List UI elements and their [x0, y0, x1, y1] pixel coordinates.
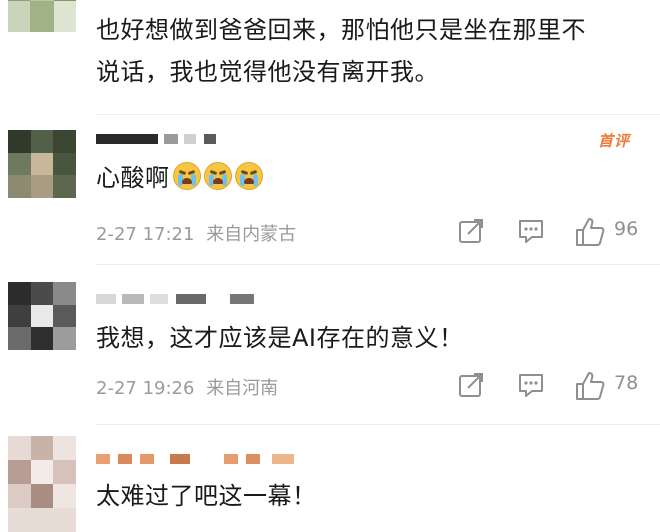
comment-item: 首评 心酸啊 2-27 17:21 来自内蒙古 96 — [0, 120, 660, 260]
first-comment-badge: 首评 — [598, 132, 631, 150]
thumbs-up-icon[interactable] — [574, 216, 606, 248]
comment-meta: 2-27 19:26 来自河南 — [96, 374, 278, 400]
username-blurred[interactable] — [96, 454, 316, 466]
comment-text-content: 心酸啊 — [96, 164, 170, 192]
avatar[interactable] — [8, 0, 76, 32]
divider — [96, 114, 660, 115]
comment-text: 心酸啊 — [96, 160, 263, 196]
comment-text: 也好想做到爸爸回来，那怕他只是坐在那里不 — [96, 16, 586, 44]
like-count: 96 — [614, 218, 639, 240]
like-count: 78 — [614, 372, 639, 394]
comment-item: 也好想做到爸爸回来，那怕他只是坐在那里不 说话，我也觉得他没有离开我。 — [0, 0, 660, 108]
avatar[interactable] — [8, 436, 76, 532]
comment-text: 太难过了吧这一幕！ — [96, 482, 317, 510]
crying-face-icon — [203, 162, 232, 190]
avatar[interactable] — [8, 282, 76, 350]
thumbs-up-icon[interactable] — [574, 370, 606, 402]
share-icon[interactable] — [456, 216, 486, 246]
divider — [96, 424, 660, 425]
comment-item: 太难过了吧这一幕！ — [0, 430, 660, 532]
crying-face-icon — [172, 162, 201, 190]
divider — [96, 264, 660, 265]
comment-actions: 78 — [456, 370, 656, 402]
username-blurred[interactable] — [96, 134, 226, 146]
comment-text: 说话，我也觉得他没有离开我。 — [96, 58, 439, 86]
avatar[interactable] — [8, 130, 76, 198]
username-blurred[interactable] — [96, 294, 286, 306]
comment-item: 我想，这才应该是AI存在的意义！ 2-27 19:26 来自河南 78 — [0, 270, 660, 420]
comment-icon[interactable] — [516, 370, 546, 400]
comment-location: 来自河南 — [206, 378, 279, 399]
comment-time: 2-27 17:21 — [96, 224, 195, 245]
comment-time: 2-27 19:26 — [96, 378, 195, 399]
comment-text: 我想，这才应该是AI存在的意义！ — [96, 324, 464, 352]
crying-face-icon — [234, 162, 263, 190]
comment-actions: 96 — [456, 216, 656, 248]
comment-meta: 2-27 17:21 来自内蒙古 — [96, 220, 296, 246]
comment-icon[interactable] — [516, 216, 546, 246]
share-icon[interactable] — [456, 370, 486, 400]
comment-location: 来自内蒙古 — [206, 224, 297, 245]
